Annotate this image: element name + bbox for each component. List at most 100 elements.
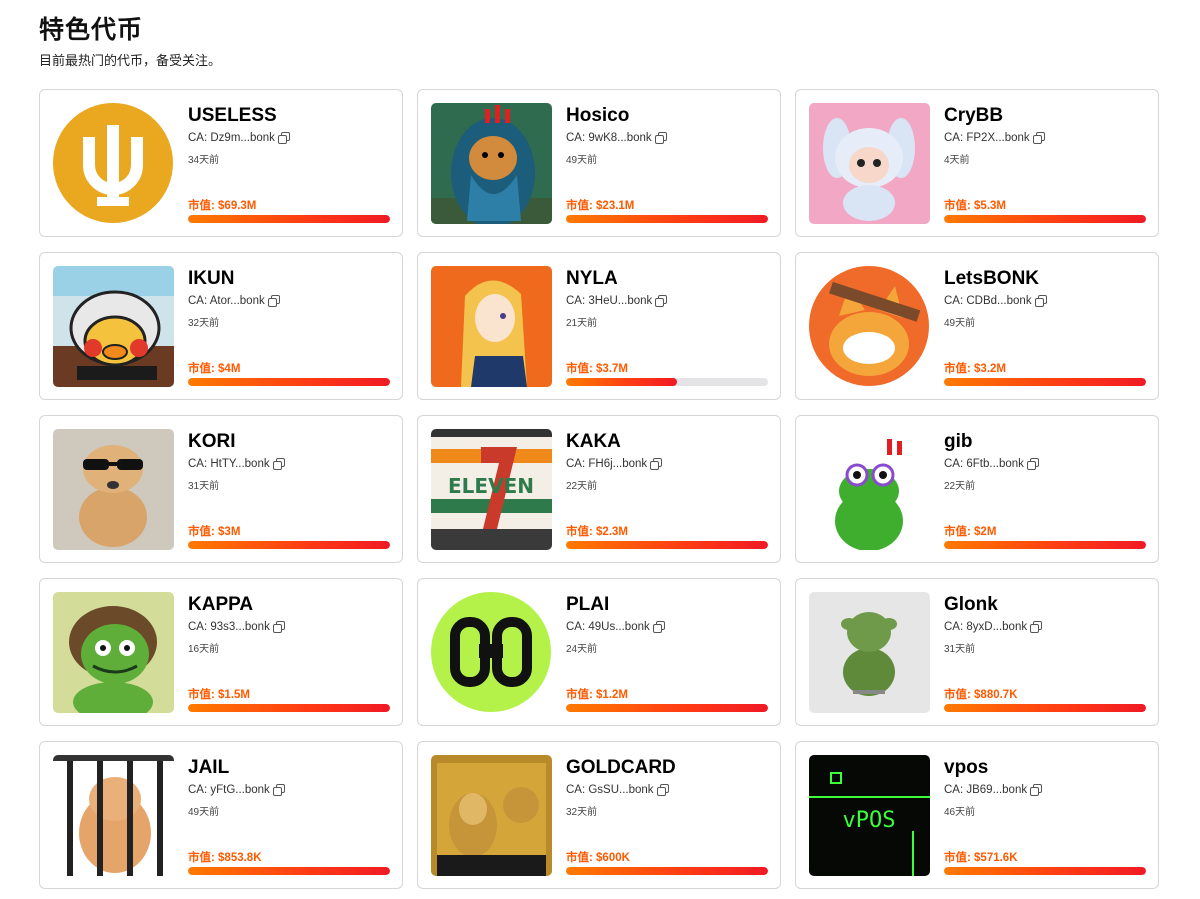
market-cap-value: $880.7K [974, 689, 1018, 701]
token-card[interactable]: LetsBONK CA: CDBd...bonk 49天前 市值: $3.2M [795, 252, 1159, 400]
token-age: 16天前 [188, 644, 220, 655]
token-card[interactable]: CryBB CA: FP2X...bonk 4天前 市值: $5.3M [795, 89, 1159, 237]
gib-frog-icon [809, 429, 930, 550]
contract-address: CA: 49Us...bonk [566, 621, 665, 633]
market-cap-label: 市值: [566, 363, 597, 375]
token-card[interactable]: KORI CA: HtTY...bonk 31天前 市值: $3M [39, 415, 403, 563]
useless-logo-icon [53, 103, 174, 224]
token-name: Hosico [566, 105, 630, 126]
token-age: 32天前 [566, 807, 598, 818]
market-cap: 市值: $5.3M [944, 197, 1006, 213]
market-cap-label: 市值: [188, 852, 219, 864]
copy-icon[interactable] [652, 621, 665, 633]
copy-icon[interactable] [650, 458, 663, 470]
copy-icon[interactable] [1034, 295, 1047, 307]
copy-icon[interactable] [1030, 621, 1043, 633]
progress-bar-fill [188, 541, 390, 549]
token-age: 46天前 [944, 807, 976, 818]
token-name: gib [944, 431, 973, 452]
glonk-figure-icon [809, 592, 930, 713]
token-age: 22天前 [566, 481, 598, 492]
token-card[interactable]: IKUN CA: Ator...bonk 32天前 市值: $4M [39, 252, 403, 400]
contract-address-text: CA: 49Us...bonk [566, 621, 650, 633]
contract-address-text: CA: 93s3...bonk [188, 621, 270, 633]
token-card[interactable]: USELESS CA: Dz9m...bonk 34天前 市值: $69.3M [39, 89, 403, 237]
market-cap: 市值: $1.5M [188, 686, 250, 702]
token-card[interactable]: KAPPA CA: 93s3...bonk 16天前 市值: $1.5M [39, 578, 403, 726]
progress-bar-fill [944, 215, 1146, 223]
copy-icon[interactable] [272, 621, 285, 633]
progress-bar-fill [188, 215, 390, 223]
contract-address: CA: Dz9m...bonk [188, 132, 290, 144]
copy-icon[interactable] [1026, 458, 1039, 470]
market-cap-value: $3.2M [974, 363, 1006, 375]
contract-address: CA: yFtG...bonk [188, 784, 285, 796]
contract-address: CA: Ator...bonk [188, 295, 280, 307]
progress-bar-fill [566, 215, 768, 223]
progress-bar-fill [944, 867, 1146, 875]
token-card[interactable]: vPOS vpos CA: JB69...bonk 46天前 市值: $571.6K [795, 741, 1159, 889]
token-name: Glonk [944, 594, 998, 615]
page-subtitle: 目前最热门的代币，备受关注。 [39, 53, 222, 68]
progress-bar [944, 867, 1146, 875]
token-card[interactable]: PLAI CA: 49Us...bonk 24天前 市值: $1.2M [417, 578, 781, 726]
token-card[interactable]: Hosico CA: 9wK8...bonk 49天前市值: $23.1M [417, 89, 781, 237]
copy-icon[interactable] [654, 132, 667, 144]
token-card[interactable]: gib CA: 6Ftb...bonk 22天前 市值: $2M [795, 415, 1159, 563]
svg-text:ELEVEN: ELEVEN [448, 474, 534, 498]
token-name: GOLDCARD [566, 757, 676, 778]
token-age: 21天前 [566, 318, 598, 329]
kaka-eleven-icon: ELEVEN [431, 429, 552, 550]
market-cap-value: $69.3M [218, 200, 257, 212]
progress-bar [188, 378, 390, 386]
token-name: JAIL [188, 757, 230, 778]
token-age: 34天前 [188, 155, 220, 166]
copy-icon[interactable] [272, 458, 285, 470]
copy-icon[interactable] [655, 295, 668, 307]
token-card[interactable]: ELEVEN KAKA CA: FH6j...bonk 22天前 市值: $2.3M [417, 415, 781, 563]
market-cap: 市值: $880.7K [944, 686, 1018, 702]
copy-icon[interactable] [1032, 132, 1045, 144]
market-cap: 市值: $23.1M [566, 197, 634, 213]
market-cap-value: $4M [218, 363, 241, 375]
token-age: 4天前 [944, 155, 970, 166]
kappa-frog-icon [53, 592, 174, 713]
copy-icon[interactable] [277, 132, 290, 144]
progress-bar-fill [944, 541, 1146, 549]
market-cap-label: 市值: [566, 200, 597, 212]
token-age: 49天前 [944, 318, 976, 329]
contract-address: CA: 6Ftb...bonk [944, 458, 1039, 470]
market-cap-value: $571.6K [974, 852, 1018, 864]
progress-bar-fill [188, 378, 390, 386]
token-name: KAKA [566, 431, 621, 452]
progress-bar [944, 378, 1146, 386]
contract-address-text: CA: GsSU...bonk [566, 784, 654, 796]
progress-bar-fill [566, 541, 768, 549]
contract-address-text: CA: 3HeU...bonk [566, 295, 653, 307]
token-name: vpos [944, 757, 989, 778]
market-cap: 市值: $2.3M [566, 523, 628, 539]
market-cap-label: 市值: [566, 689, 597, 701]
token-age: 49天前 [566, 155, 598, 166]
copy-icon[interactable] [1030, 784, 1043, 796]
market-cap-value: $23.1M [596, 200, 635, 212]
token-age: 49天前 [188, 807, 220, 818]
token-card[interactable]: JAIL CA: yFtG...bonk 49天前 市值: $853.8K [39, 741, 403, 889]
copy-icon[interactable] [272, 784, 285, 796]
contract-address: CA: JB69...bonk [944, 784, 1043, 796]
copy-icon[interactable] [656, 784, 669, 796]
copy-icon[interactable] [267, 295, 280, 307]
jail-dog-icon [53, 755, 174, 876]
token-card[interactable]: NYLA CA: 3HeU...bonk 21天前 市值: $3.7M [417, 252, 781, 400]
contract-address-text: CA: Dz9m...bonk [188, 132, 275, 144]
market-cap-value: $1.5M [218, 689, 250, 701]
contract-address-text: CA: 9wK8...bonk [566, 132, 652, 144]
token-card[interactable]: GOLDCARD CA: GsSU...bonk 32天前 市值: $600K [417, 741, 781, 889]
market-cap-label: 市值: [188, 363, 219, 375]
market-cap-value: $2M [974, 526, 997, 538]
progress-bar-fill [188, 704, 390, 712]
page-title: 特色代币 [39, 16, 144, 44]
token-name: IKUN [188, 268, 235, 289]
token-card[interactable]: Glonk CA: 8yxD...bonk 31天前 市值: $880.7K [795, 578, 1159, 726]
token-name: CryBB [944, 105, 1004, 126]
